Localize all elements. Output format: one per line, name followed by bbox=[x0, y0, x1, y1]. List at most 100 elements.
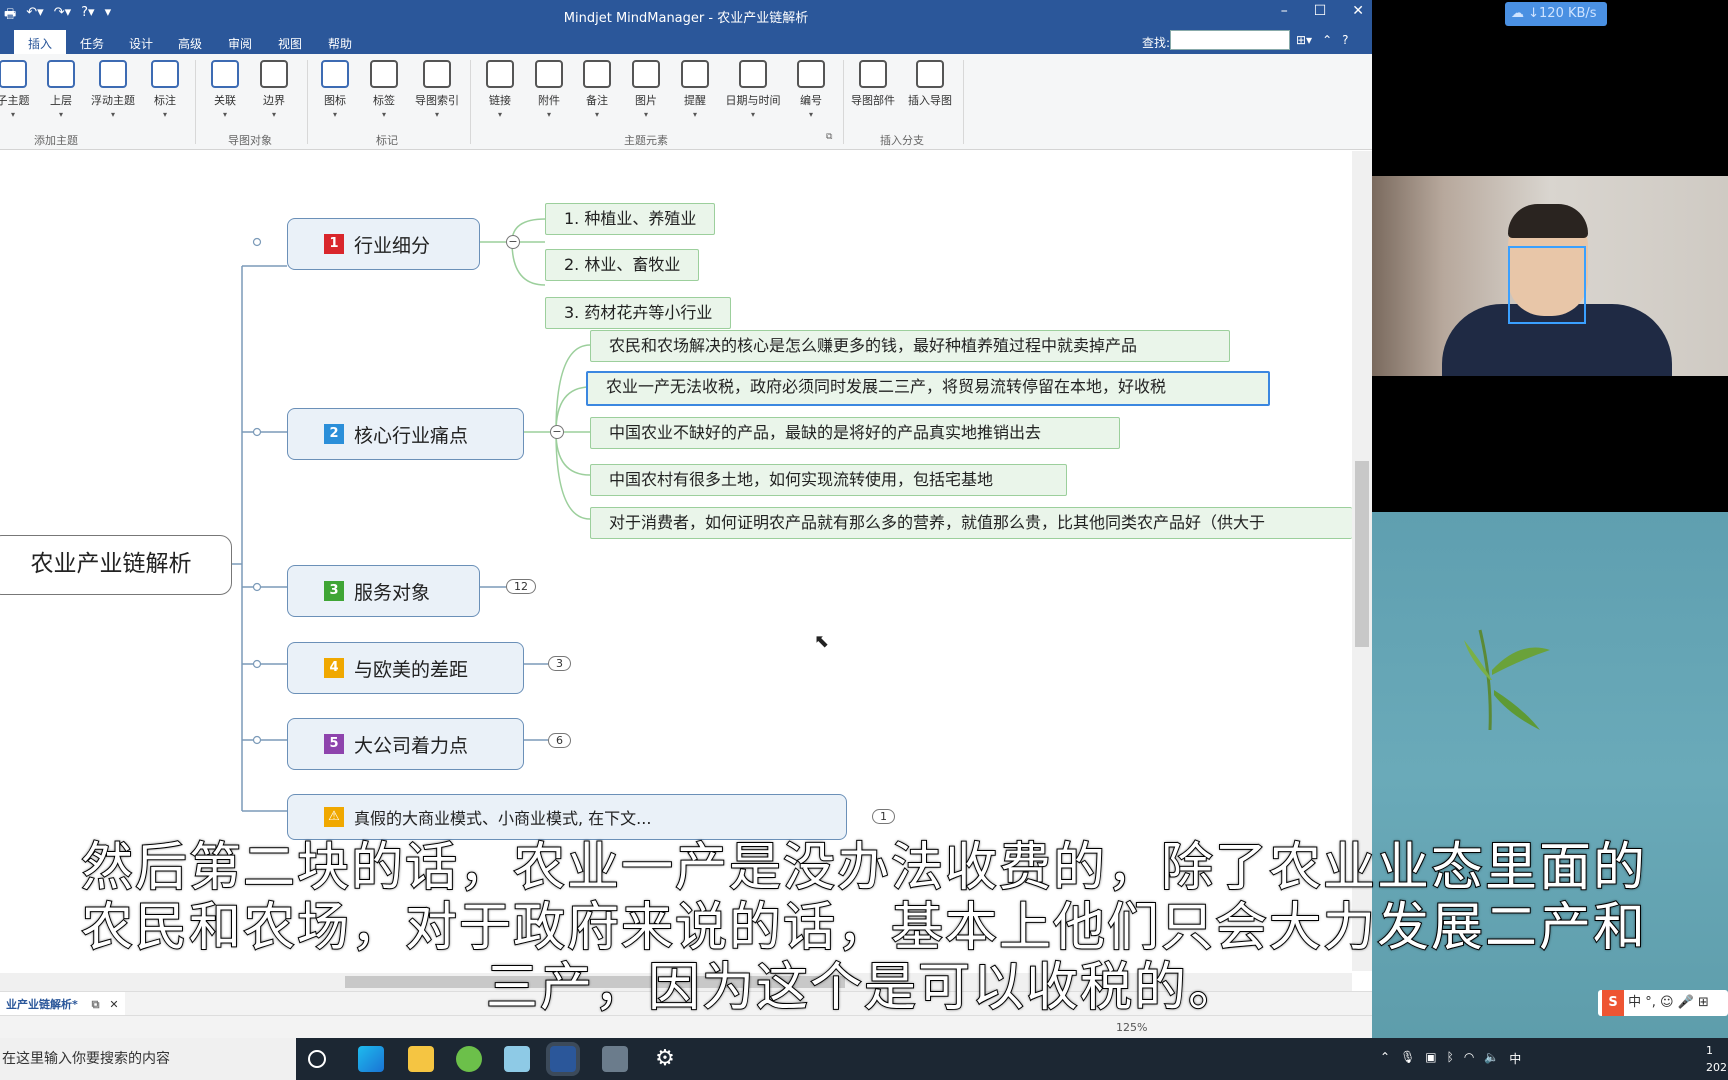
group-label-map-objects: 导图对象 bbox=[228, 134, 272, 147]
ribbon-separator bbox=[843, 60, 844, 144]
floating-topic-button[interactable]: 浮动主题 ▾ bbox=[86, 60, 140, 119]
topic-label: 大公司着力点 bbox=[354, 734, 469, 757]
presenter-hair bbox=[1508, 204, 1588, 238]
alert-button[interactable]: 提醒 ▾ bbox=[668, 60, 722, 119]
map-index-button[interactable]: 导图索引 ▾ bbox=[410, 60, 464, 119]
title-bar: 🖶 ↶▾ ↷▾ ?▾ ▾ Mindjet MindManager - 农业产业链… bbox=[0, 0, 1372, 30]
boundary-button[interactable]: 边界 ▾ bbox=[247, 60, 301, 119]
mindmanager-taskbar-icon[interactable] bbox=[550, 1046, 576, 1072]
subtopic-pain-point-2-selected[interactable]: 农业一产无法收税，政府必须同时发展二三产，将贸易流转停留在本地，好收税 bbox=[586, 371, 1270, 406]
tab-help[interactable]: 帮助 bbox=[320, 33, 360, 54]
collapse-toggle[interactable]: − bbox=[550, 425, 564, 439]
ribbon-separator bbox=[470, 60, 471, 144]
map-parts-button[interactable]: 导图部件 bbox=[846, 60, 900, 108]
tab-advanced[interactable]: 高级 bbox=[170, 33, 210, 54]
maximize-button[interactable]: ☐ bbox=[1314, 3, 1327, 19]
numbering-button[interactable]: 编号 ▾ bbox=[784, 60, 838, 119]
tag-icon bbox=[370, 60, 398, 88]
ribbon-right-controls: ⊞▾ ⌃ ? bbox=[1296, 33, 1349, 47]
collapse-ribbon-icon[interactable]: ⌃ bbox=[1322, 33, 1332, 47]
taskbar-search-box[interactable]: 在这里输入你要搜索的内容 bbox=[0, 1038, 296, 1080]
tab-design[interactable]: 设计 bbox=[121, 33, 161, 54]
topic-service-targets[interactable]: 3 服务对象 bbox=[287, 565, 480, 617]
ime-indicator[interactable]: 中 bbox=[1509, 1050, 1521, 1067]
group-label-add-topic: 添加主题 bbox=[34, 134, 78, 147]
subtopic-pain-point-1[interactable]: 农民和农场解决的核心是怎么赚更多的钱，最好种植养殖过程中就卖掉产品 bbox=[590, 330, 1230, 362]
callout-button[interactable]: 标注 ▾ bbox=[138, 60, 192, 119]
tab-task[interactable]: 任务 bbox=[72, 33, 112, 54]
bell-icon bbox=[681, 60, 709, 88]
topic-big-company-focus[interactable]: 5 大公司着力点 bbox=[287, 718, 524, 770]
network-speed-badge: ☁ ↓120 KB/s bbox=[1505, 2, 1607, 26]
collapsed-count-badge[interactable]: 3 bbox=[548, 656, 571, 671]
subtopic-herbs-flowers[interactable]: 3. 药材花卉等小行业 bbox=[545, 297, 732, 329]
topic-label: 服务对象 bbox=[354, 581, 431, 604]
tab-insert[interactable]: 插入 bbox=[14, 30, 67, 55]
topic-gap-with-west[interactable]: 4 与欧美的差距 bbox=[287, 642, 524, 694]
tab-review[interactable]: 审阅 bbox=[220, 33, 260, 54]
edge-browser-icon[interactable] bbox=[358, 1046, 384, 1072]
notes-button[interactable]: 备注 ▾ bbox=[570, 60, 624, 119]
dialog-launcher-icon[interactable]: ⧉ bbox=[826, 132, 832, 142]
task-view-icon[interactable] bbox=[308, 1050, 326, 1068]
file-explorer-icon[interactable] bbox=[408, 1046, 434, 1072]
camera-app-icon[interactable] bbox=[602, 1046, 628, 1072]
close-button[interactable]: ✕ bbox=[1352, 3, 1364, 19]
subtopic-icon bbox=[0, 60, 27, 88]
microphone-icon[interactable]: 🎙 bbox=[1400, 1050, 1415, 1067]
topic-core-pain-points[interactable]: 2 核心行业痛点 bbox=[287, 408, 524, 460]
sprout-image bbox=[1464, 629, 1550, 730]
scrollbar-thumb[interactable] bbox=[1355, 461, 1369, 647]
callout-icon bbox=[151, 60, 179, 88]
link-button[interactable]: 链接 ▾ bbox=[473, 60, 527, 119]
window-title: Mindjet MindManager - 农业产业链解析 bbox=[563, 11, 809, 26]
collapsed-count-badge[interactable]: 1 bbox=[872, 809, 895, 824]
tray-expand-icon[interactable]: ⌃ bbox=[1380, 1050, 1390, 1067]
parent-topic-icon bbox=[47, 60, 75, 88]
topic-label: 核心行业痛点 bbox=[354, 424, 469, 447]
subtopic-pain-point-5[interactable]: 对于消费者，如何证明农产品就有那么多的营养，就值那么贵，比其他同类农产品好（供大… bbox=[590, 507, 1352, 539]
bluetooth-icon[interactable]: ᛒ bbox=[1447, 1050, 1454, 1067]
settings-gear-icon[interactable]: ⚙ bbox=[652, 1046, 678, 1072]
collapsed-count-badge[interactable]: 6 bbox=[548, 733, 571, 748]
topic-label: 真假的大商业模式、小商业模式, 在下文... bbox=[354, 809, 652, 828]
video-subtitle: 然后第二块的话，农业一产是没办法收费的，除了农业业态里面的 农民和农场，对于政府… bbox=[80, 837, 1647, 1019]
priority-3-icon: 3 bbox=[324, 581, 344, 601]
tag-button[interactable]: 标签 ▾ bbox=[357, 60, 411, 119]
topic-label: 与欧美的差距 bbox=[354, 658, 469, 681]
notes-icon bbox=[583, 60, 611, 88]
central-topic[interactable]: 农业产业链解析 bbox=[0, 535, 232, 595]
subtopic-forestry-livestock[interactable]: 2. 林业、畜牧业 bbox=[545, 249, 700, 281]
tray-app-icon[interactable]: ▣ bbox=[1425, 1050, 1436, 1067]
topic-industry-segments[interactable]: 1 行业细分 bbox=[287, 218, 480, 270]
priority-2-icon: 2 bbox=[324, 424, 344, 444]
layout-icon[interactable]: ⊞▾ bbox=[1296, 33, 1312, 47]
parent-topic-button[interactable]: 上层 ▾ bbox=[34, 60, 88, 119]
system-tray: ⌃ 🎙 ▣ ᛒ ◠ 🔈 中 bbox=[1380, 1050, 1521, 1067]
system-clock[interactable]: 1 202 bbox=[1706, 1042, 1727, 1076]
notepad-app-icon[interactable] bbox=[504, 1046, 530, 1072]
image-button[interactable]: 图片 ▾ bbox=[619, 60, 673, 119]
relationship-button[interactable]: 关联 ▾ bbox=[198, 60, 252, 119]
face-detection-box bbox=[1508, 246, 1586, 324]
volume-icon[interactable]: 🔈 bbox=[1484, 1050, 1499, 1067]
collapse-toggle[interactable]: − bbox=[506, 235, 520, 249]
topic-business-models[interactable]: ⚠ 真假的大商业模式、小商业模式, 在下文... bbox=[287, 794, 847, 840]
subtopic-planting-breeding[interactable]: 1. 种植业、养殖业 bbox=[545, 203, 716, 235]
subtopic-pain-point-4[interactable]: 中国农村有很多土地，如何实现流转使用，包括宅基地 bbox=[590, 464, 1067, 496]
help-circle-icon[interactable]: ? bbox=[1342, 33, 1348, 47]
tab-view[interactable]: 视图 bbox=[270, 33, 310, 54]
wifi-icon[interactable]: ◠ bbox=[1464, 1050, 1474, 1067]
screen: 🖶 ↶▾ ↷▾ ?▾ ▾ Mindjet MindManager - 农业产业链… bbox=[0, 0, 1728, 1080]
icon-button[interactable]: 图标 ▾ bbox=[308, 60, 362, 119]
priority-5-icon: 5 bbox=[324, 734, 344, 754]
subtopic-pain-point-3[interactable]: 中国农业不缺好的产品，最缺的是将好的产品真实地推销出去 bbox=[590, 417, 1120, 449]
green-app-icon[interactable] bbox=[456, 1046, 482, 1072]
insert-map-button[interactable]: 插入导图 bbox=[903, 60, 957, 108]
collapsed-count-badge[interactable]: 12 bbox=[506, 579, 536, 594]
date-time-button[interactable]: 日期与时间 ▾ bbox=[720, 60, 786, 119]
minimize-button[interactable]: – bbox=[1281, 3, 1288, 19]
attachment-button[interactable]: 附件 ▾ bbox=[522, 60, 576, 119]
zoom-level[interactable]: 125% bbox=[1116, 1021, 1147, 1034]
find-input[interactable] bbox=[1170, 30, 1290, 50]
